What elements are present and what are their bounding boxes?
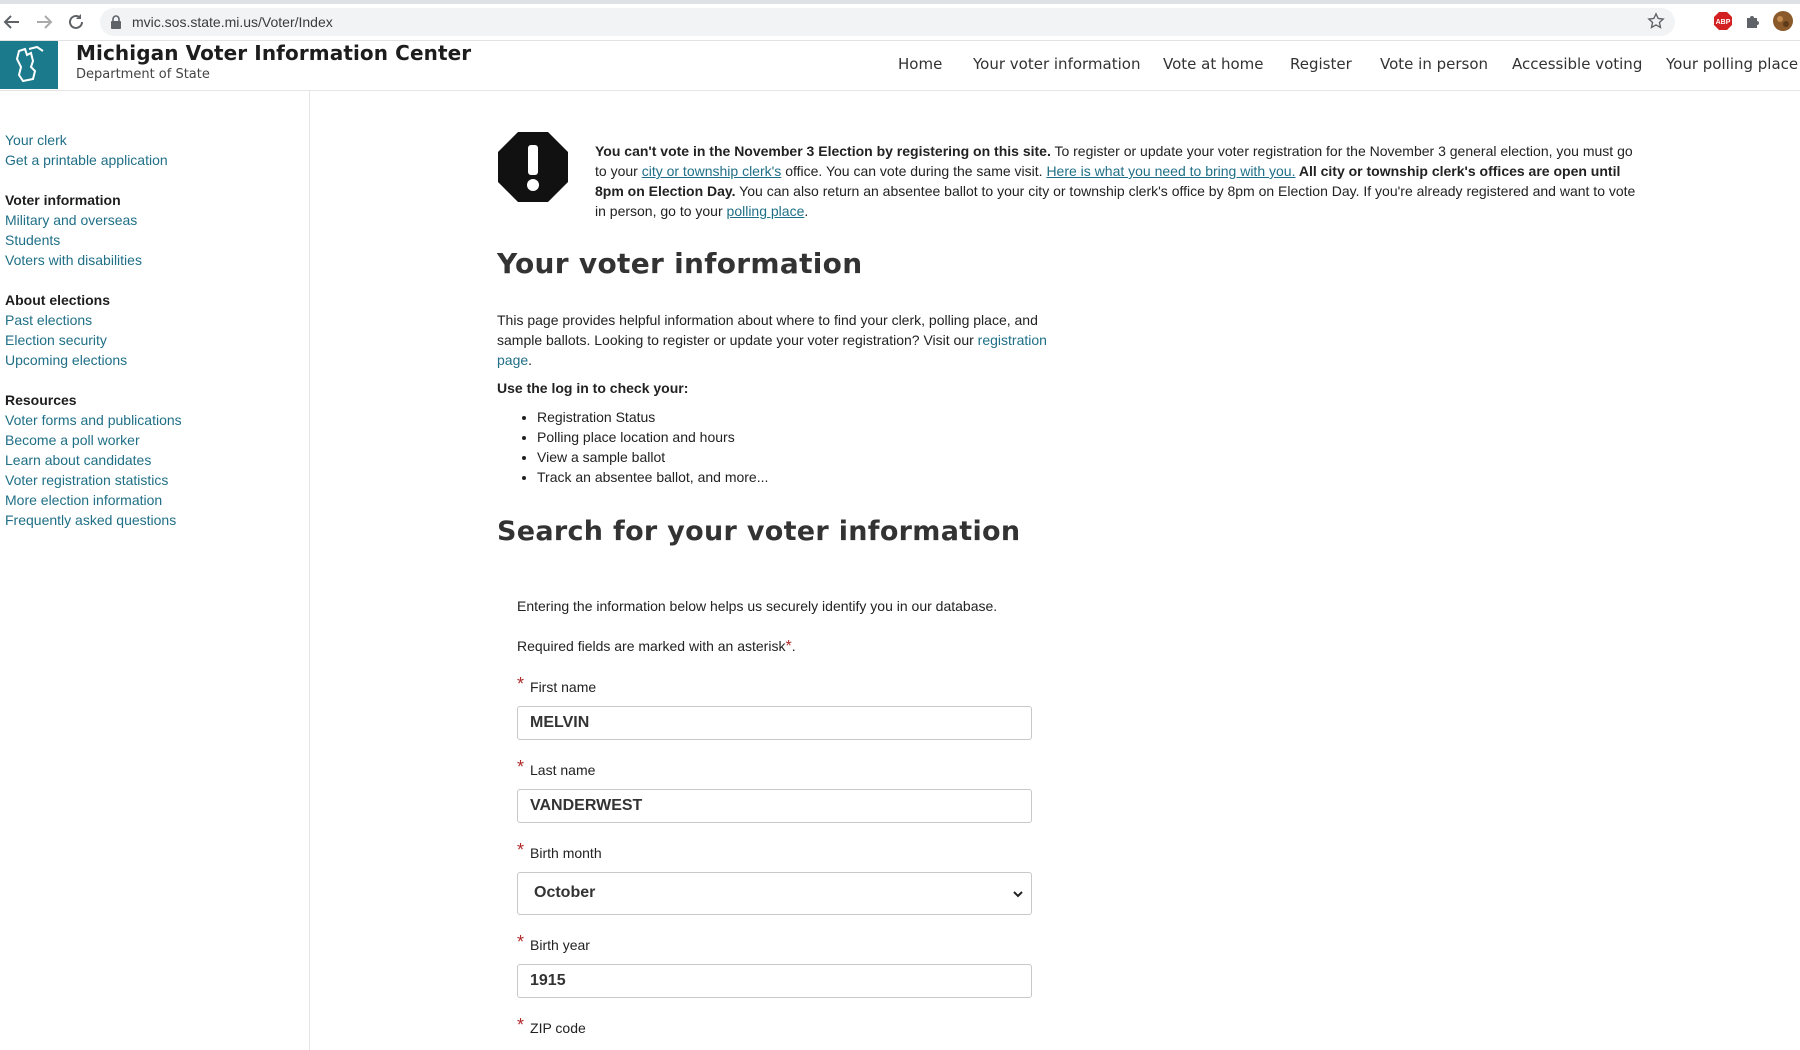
required-asterisk: * — [517, 674, 525, 694]
birth-month-label: * Birth month — [517, 840, 602, 863]
sidebar-link-candidates[interactable]: Learn about candidates — [5, 452, 151, 468]
birth-year-label: * Birth year — [517, 932, 590, 955]
last-name-label-text: Last name — [530, 762, 596, 778]
birth-month-label-text: Birth month — [530, 845, 602, 861]
birth-year-input[interactable] — [517, 964, 1032, 998]
chevron-down-icon — [1011, 887, 1025, 901]
zip-code-label: * ZIP code — [517, 1015, 586, 1038]
birth-year-label-text: Birth year — [530, 937, 590, 953]
sidebar-link-past-elections[interactable]: Past elections — [5, 312, 92, 328]
sidebar-link-military-overseas[interactable]: Military and overseas — [5, 212, 137, 228]
svg-text:ABP: ABP — [1716, 19, 1731, 26]
list-item: View a sample ballot — [537, 447, 768, 467]
search-section-title: Search for your voter information — [497, 516, 1021, 547]
extensions-puzzle-icon[interactable] — [1742, 10, 1764, 32]
sidebar-link-voter-forms[interactable]: Voter forms and publications — [5, 412, 182, 428]
sidebar-heading-resources: Resources — [5, 392, 77, 408]
sidebar-link-faq[interactable]: Frequently asked questions — [5, 512, 176, 528]
browser-toolbar: mvic.sos.state.mi.us/Voter/Index ABP — [0, 0, 1800, 41]
bookmark-star-icon[interactable] — [1647, 12, 1665, 35]
reload-icon[interactable] — [64, 10, 88, 34]
alert-bold-lead: You can't vote in the November 3 Electio… — [595, 143, 1051, 159]
address-bar[interactable]: mvic.sos.state.mi.us/Voter/Index — [100, 8, 1675, 36]
alert-text-2: office. You can vote during the same vis… — [781, 163, 1047, 179]
lock-icon — [110, 15, 122, 29]
form-intro-note: Entering the information below helps us … — [517, 598, 998, 614]
top-navigation: Home Your voter information Vote at home… — [0, 55, 1800, 79]
zip-code-label-text: ZIP code — [530, 1020, 586, 1036]
alert-link-clerk[interactable]: city or township clerk's — [642, 163, 782, 179]
required-asterisk: * — [517, 757, 525, 777]
list-item: Polling place location and hours — [537, 427, 768, 447]
nav-your-polling-place[interactable]: Your polling place — [1666, 55, 1798, 73]
first-name-label-text: First name — [530, 679, 597, 695]
nav-your-voter-information[interactable]: Your voter information — [973, 55, 1140, 73]
nav-register[interactable]: Register — [1290, 55, 1352, 73]
nav-vote-at-home[interactable]: Vote at home — [1163, 55, 1264, 73]
sidebar-link-upcoming-elections[interactable]: Upcoming elections — [5, 352, 127, 368]
last-name-label: * Last name — [517, 757, 596, 780]
alert-text-4: . — [804, 203, 809, 219]
sidebar-link-poll-worker[interactable]: Become a poll worker — [5, 432, 140, 448]
adblock-extension-icon[interactable]: ABP — [1712, 10, 1734, 32]
sidebar-link-more-election-info[interactable]: More election information — [5, 492, 162, 508]
use-login-heading: Use the log in to check your: — [497, 380, 689, 396]
sidebar-link-your-clerk[interactable]: Your clerk — [5, 132, 67, 148]
birth-month-value: October — [534, 884, 596, 901]
sidebar-link-election-security[interactable]: Election security — [5, 332, 107, 348]
login-checklist: Registration Status Polling place locati… — [517, 407, 768, 487]
tab-strip — [0, 0, 1800, 4]
profile-avatar-icon[interactable] — [1772, 10, 1794, 32]
first-name-label: * First name — [517, 674, 597, 697]
alert-link-polling-place[interactable]: polling place — [727, 203, 805, 219]
intro-paragraph: This page provides helpful information a… — [497, 310, 1057, 370]
sidebar-heading-voter-information: Voter information — [5, 192, 121, 208]
required-fields-note: Required fields are marked with an aster… — [517, 638, 796, 656]
sidebar-link-registration-statistics[interactable]: Voter registration statistics — [5, 472, 168, 488]
site-header: Michigan Voter Information Center Depart… — [0, 41, 1800, 91]
page-title: Your voter information — [497, 247, 863, 280]
alert-link-what-to-bring[interactable]: Here is what you need to bring with you. — [1046, 163, 1295, 179]
required-asterisk: * — [517, 1015, 525, 1035]
first-name-input[interactable] — [517, 706, 1032, 740]
required-asterisk: * — [517, 840, 525, 860]
sidebar-heading-about-elections: About elections — [5, 292, 111, 308]
last-name-input[interactable] — [517, 789, 1032, 823]
nav-vote-in-person[interactable]: Vote in person — [1380, 55, 1488, 73]
back-icon[interactable] — [0, 10, 24, 34]
intro-text: This page provides helpful information a… — [497, 312, 1038, 348]
list-item: Track an absentee ballot, and more... — [537, 467, 768, 487]
nav-home[interactable]: Home — [898, 55, 942, 73]
birth-month-select[interactable]: October — [517, 872, 1032, 915]
list-item: Registration Status — [537, 407, 768, 427]
nav-accessible-voting[interactable]: Accessible voting — [1512, 55, 1642, 73]
intro-end: . — [528, 352, 533, 368]
sidebar: Your clerk Get a printable application V… — [0, 91, 310, 1050]
forward-icon[interactable] — [32, 10, 56, 34]
alert-octagon-icon — [497, 131, 569, 203]
required-note-text: Required fields are marked with an aster… — [517, 638, 786, 654]
required-asterisk: * — [517, 932, 525, 952]
sidebar-link-voters-with-disabilities[interactable]: Voters with disabilities — [5, 252, 142, 268]
required-note-period: . — [791, 638, 796, 654]
url-text: mvic.sos.state.mi.us/Voter/Index — [132, 14, 333, 30]
sidebar-link-students[interactable]: Students — [5, 232, 60, 248]
sidebar-link-printable-application[interactable]: Get a printable application — [5, 152, 168, 168]
election-alert: You can't vote in the November 3 Electio… — [595, 141, 1640, 221]
